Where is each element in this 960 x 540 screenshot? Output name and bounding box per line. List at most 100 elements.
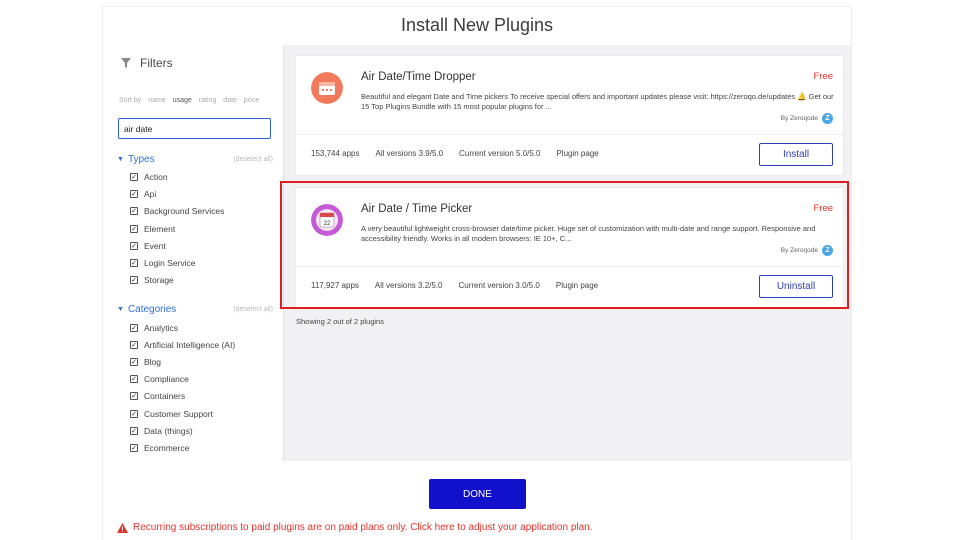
results-count: Showing 2 out of 2 plugins	[296, 317, 384, 326]
modal-title: Install New Plugins	[400, 15, 554, 35]
plugin-name[interactable]: Air Date/Time Dropper	[361, 71, 476, 83]
sort-option-price[interactable]: price	[244, 97, 259, 104]
category-option-label: Customer Support	[144, 409, 213, 419]
category-option[interactable]: ✓ Containers	[130, 391, 185, 401]
category-option-label: Blog	[144, 357, 162, 367]
category-option[interactable]: ✓ Customer Support	[130, 409, 213, 419]
checkbox-checked-icon[interactable]: ✓	[130, 259, 138, 267]
plugin-description: A very beautiful lightweight cross-brows…	[361, 224, 816, 243]
types-header[interactable]: ▼ Types (deselect all)	[117, 154, 273, 165]
checkbox-checked-icon[interactable]: ✓	[130, 358, 138, 366]
checkbox-checked-icon[interactable]: ✓	[130, 410, 138, 418]
plan-warning-text: Recurring subscriptions to paid plugins …	[133, 522, 593, 533]
checkbox-checked-icon[interactable]: ✓	[130, 375, 138, 383]
category-option[interactable]: ✓ Data (things)	[130, 426, 193, 436]
type-option[interactable]: ✓ Login Service	[130, 258, 196, 268]
plugin-card-footer: 153,744 apps All versions 3.9/5.0 Curren…	[296, 135, 843, 175]
plugin-price: Free	[813, 203, 833, 214]
sort-option-rating[interactable]: rating	[199, 97, 217, 104]
install-button[interactable]: Install	[759, 143, 833, 166]
checkbox-checked-icon[interactable]: ✓	[130, 207, 138, 215]
sort-option-usage[interactable]: usage	[173, 97, 192, 104]
plugin-card: 22 Air Date / Time Picker Free A very be…	[295, 187, 844, 308]
plugin-search-input[interactable]	[118, 118, 271, 139]
filter-icon	[121, 58, 131, 68]
categories-header[interactable]: ▼ Categories (deselect all)	[117, 304, 273, 315]
type-option[interactable]: ✓ Api	[130, 189, 156, 199]
zeroqode-logo-icon: Z	[822, 245, 833, 256]
author-label: By Zeroqode	[780, 247, 818, 254]
plugin-name[interactable]: Air Date / Time Picker	[361, 203, 472, 215]
plugin-stats: 153,744 apps All versions 3.9/5.0 Curren…	[311, 149, 599, 158]
sort-option-name[interactable]: name	[148, 97, 166, 104]
category-option-label: Data (things)	[144, 426, 193, 436]
sort-option-date[interactable]: date	[223, 97, 237, 104]
caret-down-icon: ▼	[117, 306, 124, 313]
plugin-list: Air Date/Time Dropper Free Beautiful and…	[284, 45, 851, 461]
plugin-page-link[interactable]: Plugin page	[556, 149, 598, 158]
checkbox-checked-icon[interactable]: ✓	[130, 392, 138, 400]
plugin-card-header: Air Date/Time Dropper Free Beautiful and…	[296, 56, 843, 135]
checkbox-checked-icon[interactable]: ✓	[130, 444, 138, 452]
type-option-label: Login Service	[144, 258, 196, 268]
warning-icon	[117, 522, 128, 533]
checkbox-checked-icon[interactable]: ✓	[130, 276, 138, 284]
uninstall-button[interactable]: Uninstall	[759, 275, 833, 298]
checkbox-checked-icon[interactable]: ✓	[130, 341, 138, 349]
plugin-page-link[interactable]: Plugin page	[556, 281, 598, 290]
caret-down-icon: ▼	[117, 156, 124, 163]
calendar-icon	[311, 72, 343, 104]
plugin-author[interactable]: By Zeroqode Z	[781, 113, 833, 124]
types-deselect-all[interactable]: (deselect all)	[233, 156, 273, 163]
type-option[interactable]: ✓ Action	[130, 172, 168, 182]
type-option[interactable]: ✓ Element	[130, 224, 175, 234]
type-option-label: Action	[144, 172, 168, 182]
category-option[interactable]: ✓ Ecommerce	[130, 443, 189, 453]
done-button[interactable]: DONE	[429, 479, 526, 509]
checkbox-checked-icon[interactable]: ✓	[130, 173, 138, 181]
plugin-card-header: 22 Air Date / Time Picker Free A very be…	[296, 188, 843, 267]
plugin-price: Free	[813, 71, 833, 82]
zeroqode-logo-icon: Z	[822, 113, 833, 124]
all-versions-rating: All versions 3.9/5.0	[375, 149, 444, 158]
plugin-author[interactable]: By Zeroqode Z	[781, 245, 833, 256]
checkbox-checked-icon[interactable]: ✓	[130, 225, 138, 233]
type-option[interactable]: ✓ Event	[130, 241, 166, 251]
category-option[interactable]: ✓ Compliance	[130, 374, 189, 384]
plugin-card: Air Date/Time Dropper Free Beautiful and…	[295, 55, 844, 176]
sort-by-label: Sort by	[119, 97, 142, 104]
type-option-label: Api	[144, 189, 157, 199]
category-option-label: Analytics	[144, 323, 179, 333]
category-option[interactable]: ✓ Analytics	[130, 323, 178, 333]
checkbox-checked-icon[interactable]: ✓	[130, 190, 138, 198]
category-option[interactable]: ✓ Artificial Intelligence (AI)	[130, 340, 235, 350]
type-option-label: Background Services	[144, 206, 225, 216]
plan-warning[interactable]: Recurring subscriptions to paid plugins …	[117, 522, 593, 533]
category-option-label: Compliance	[144, 374, 189, 384]
apps-count: 117,927 apps	[311, 281, 359, 290]
svg-text:22: 22	[324, 221, 331, 227]
plugin-description: Beautiful and elegant Date and Time pick…	[361, 92, 834, 111]
modal-footer: DONE Recurring subscriptions to paid plu…	[103, 462, 851, 540]
current-version-rating: Current version 3.0/5.0	[458, 281, 540, 290]
all-versions-rating: All versions 3.2/5.0	[374, 281, 443, 290]
categories-deselect-all[interactable]: (deselect all)	[233, 306, 273, 313]
plugin-stats: 117,927 apps All versions 3.2/5.0 Curren…	[311, 281, 598, 290]
categories-label: Categories	[127, 304, 177, 315]
sort-options: Sort by name usage rating date price	[119, 97, 259, 104]
filters-sidebar: Filters Sort by name usage rating date p…	[103, 45, 284, 461]
install-plugins-modal: Install New Plugins Filters Sort by name…	[102, 6, 852, 540]
category-option[interactable]: ✓ Blog	[130, 357, 161, 367]
type-option[interactable]: ✓ Background Services	[130, 206, 224, 216]
plugin-card-footer: 117,927 apps All versions 3.2/5.0 Curren…	[296, 267, 843, 307]
date-picker-icon: 22	[311, 204, 343, 236]
checkbox-checked-icon[interactable]: ✓	[130, 427, 138, 435]
category-option-label: Containers	[144, 391, 186, 401]
filters-label: Filters	[140, 56, 173, 70]
filters-header: Filters	[120, 56, 173, 70]
current-version-rating: Current version 5.0/5.0	[459, 149, 541, 158]
type-option[interactable]: ✓ Storage	[130, 275, 174, 285]
checkbox-checked-icon[interactable]: ✓	[130, 242, 138, 250]
checkbox-checked-icon[interactable]: ✓	[130, 324, 138, 332]
type-option-label: Storage	[144, 275, 174, 285]
